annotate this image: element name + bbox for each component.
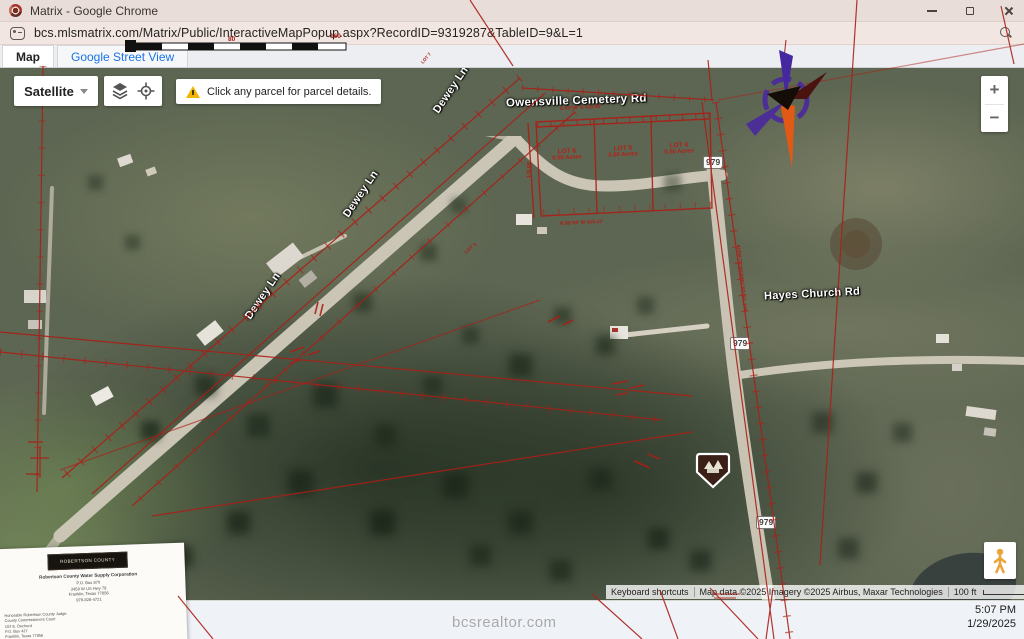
map-attribution: Keyboard shortcuts Map data ©2025 Imager… (606, 585, 1024, 599)
scanned-letter: ROBERTSON COUNTY Robertson County Water … (0, 543, 188, 639)
zoom-indicator-icon[interactable] (1000, 27, 1012, 39)
page-tab-strip: Map Google Street View (0, 45, 1024, 68)
pegman-control[interactable] (984, 542, 1016, 579)
layer-toolbox (104, 76, 162, 106)
map-type-dropdown[interactable]: Satellite (14, 76, 98, 106)
restore-button[interactable] (953, 0, 987, 22)
zoom-in-button[interactable]: + (981, 76, 1008, 104)
highway-shield-979: 979 (756, 516, 776, 529)
highway-shield-979: 979 (730, 337, 750, 350)
watermark: bcsrealtor.com (452, 614, 557, 631)
site-info-icon[interactable] (10, 27, 25, 40)
highway-shield-979: 979 (703, 156, 723, 169)
pegman-icon (992, 548, 1008, 574)
minimize-button[interactable] (915, 0, 949, 22)
close-button[interactable] (991, 0, 1024, 22)
chevron-down-icon (80, 89, 88, 94)
lot-label-4: LOT 4 0.50 Acres (653, 141, 706, 158)
letter-recipient: Honorable Robertson County Judge County … (4, 611, 67, 639)
zoom-control: + − (981, 76, 1008, 132)
warning-icon (186, 86, 200, 98)
locate-icon[interactable] (136, 81, 156, 101)
chrome-icon (9, 4, 22, 17)
taskbar-clock[interactable]: 5:07 PM 1/29/2025 (967, 604, 1016, 631)
clock-date: 1/29/2025 (967, 618, 1016, 632)
tab-map[interactable]: Map (2, 45, 54, 67)
lot-label-6: LOT 6 0.50 Acres (541, 147, 594, 164)
satellite-map[interactable] (0, 68, 1024, 600)
map-type-label: Satellite (24, 84, 74, 99)
scale-bar (983, 590, 1024, 595)
window-title: Matrix - Google Chrome (30, 4, 158, 18)
letterhead-logo: ROBERTSON COUNTY (47, 552, 128, 571)
address-bar[interactable]: bcs.mlsmatrix.com/Matrix/Public/Interact… (0, 22, 1024, 45)
scale-label: 100 ft (949, 587, 982, 597)
parcel-notice-text: Click any parcel for parcel details. (207, 86, 371, 98)
tab-google-street-view[interactable]: Google Street View (57, 45, 188, 67)
parcel-notice: Click any parcel for parcel details. (176, 79, 381, 104)
layers-icon[interactable] (110, 81, 130, 101)
window-title-bar: Matrix - Google Chrome (0, 0, 1024, 22)
zoom-out-button[interactable]: − (981, 105, 1008, 133)
keyboard-shortcuts-link[interactable]: Keyboard shortcuts (606, 587, 694, 597)
letter-address: P.O. Box 870 3458 W US Hwy 79 Franklin, … (0, 577, 186, 606)
url-text[interactable]: bcs.mlsmatrix.com/Matrix/Public/Interact… (34, 26, 583, 40)
clock-time: 5:07 PM (967, 604, 1016, 618)
bare-tree (830, 218, 882, 270)
screen: Dewey Ln Dewey Ln Dewey Ln Owensville Ce… (0, 0, 1024, 639)
map-credits: Map data ©2025 Imagery ©2025 Airbus, Max… (695, 587, 948, 597)
lot-label-5: LOT 5 0.50 Acres (597, 144, 650, 161)
